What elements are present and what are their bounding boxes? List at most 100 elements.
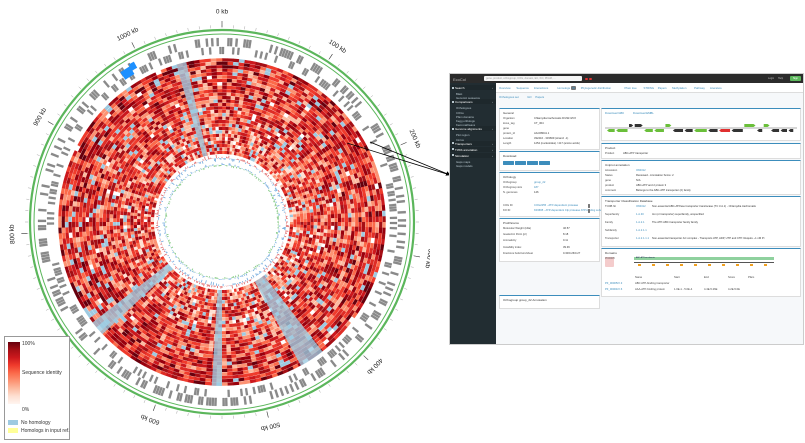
minor-tick [30,176,34,178]
gene-box [341,349,350,357]
identity-cell [334,222,338,227]
identity-cell [143,219,148,222]
identity-cell [235,319,240,324]
identity-cell [234,309,238,313]
identity-cell [375,227,379,234]
minor-tick [308,45,311,49]
identity-cell [140,227,145,231]
identity-cell [200,370,207,375]
identity-cell [231,354,237,359]
identity-cell [78,211,83,218]
identity-cell [341,213,345,219]
identity-cell [109,229,114,234]
gene-box [244,388,249,396]
identity-cell [242,370,249,375]
minor-tick [355,363,358,366]
minor-tick [57,113,60,116]
minor-tick [404,288,408,290]
identity-cell [221,334,227,338]
identity-cell [100,200,105,206]
gene-box [185,50,190,58]
identity-cell [143,221,148,225]
identity-cell [234,343,240,348]
identity-cell [346,199,351,205]
identity-cell [221,324,226,328]
identity-cell [237,367,243,372]
identity-cell [82,221,86,227]
identity-cell [208,344,214,348]
identity-cell [224,306,229,311]
minor-tick [30,266,34,268]
identity-cell [130,228,134,232]
identity-cell [75,231,80,238]
gene-box [60,151,69,157]
identity-cell [218,123,223,127]
identity-cell [82,211,86,218]
identity-cell [205,103,211,108]
identity-cell [327,225,331,230]
gene-box [292,373,299,381]
identity-cell [222,113,227,117]
identity-cell [69,242,74,249]
minor-tick [27,187,31,189]
identity-cell [313,208,317,213]
gene-box [346,104,354,112]
minor-tick [410,266,414,268]
identity-cell [344,217,349,223]
identity-cell [221,368,228,373]
identity-cell [150,216,155,220]
identity-cell [87,244,92,251]
identity-cell [211,72,218,76]
identity-cell [80,196,85,203]
identity-cell [221,293,225,297]
identity-cell [222,126,226,131]
gene-box [56,163,64,168]
gene-box [214,397,217,406]
identity-cell [222,92,227,96]
identity-cell [243,345,249,350]
identity-cell [204,120,209,125]
identity-cell [222,150,225,155]
identity-cell [217,99,223,103]
identity-cell [89,203,94,209]
identity-cell [207,79,213,83]
identity-cell [191,362,198,367]
identity-cell [233,330,238,334]
gene-box [211,397,215,406]
identity-cell [232,72,238,76]
identity-cell [204,343,210,348]
minor-tick [337,63,340,67]
identity-cell [97,243,102,249]
identity-cell [210,116,216,121]
identity-cell [313,218,318,223]
gene-box [46,162,56,168]
identity-cell [147,229,152,233]
identity-cell [244,91,250,96]
identity-cell [68,232,73,239]
identity-cell [79,201,84,208]
identity-cell [231,82,237,87]
identity-cell [225,320,230,324]
identity-cell [224,289,227,294]
gene-box [153,376,159,385]
identity-cell [231,361,237,365]
identity-cell [73,242,78,249]
identity-cell [227,303,231,307]
identity-cell [235,350,241,355]
identity-cell [75,206,80,212]
identity-cell [113,206,118,211]
identity-cell [222,82,228,86]
identity-cell [109,213,114,219]
identity-cell [227,140,231,145]
identity-cell [198,111,204,116]
identity-cell [293,226,297,230]
gene-box [397,232,406,236]
minor-tick [384,113,387,116]
minor-tick [78,355,81,358]
identity-cell [207,82,213,87]
identity-cell [127,208,131,213]
gene-box [210,38,214,47]
identity-cell [320,214,324,219]
identity-cell [370,195,375,202]
identity-cell [106,221,110,227]
